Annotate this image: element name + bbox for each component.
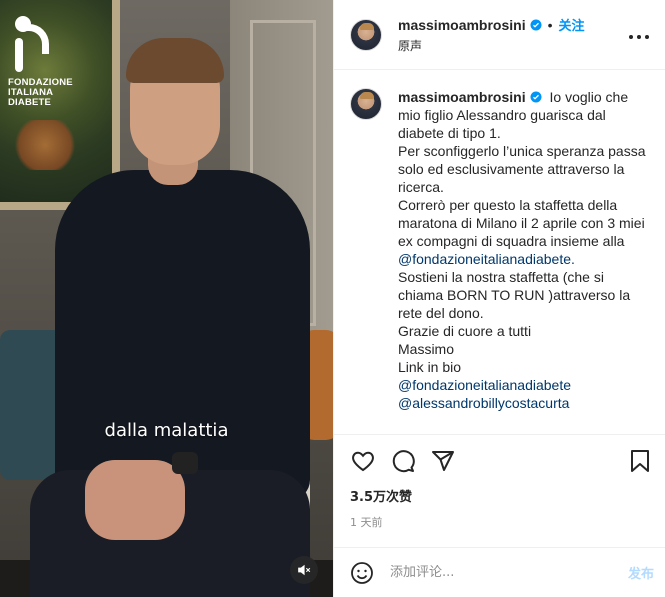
- caption-line: Correrò per questo la staffetta della ma…: [398, 197, 645, 249]
- verified-badge-icon: [530, 91, 542, 103]
- caption-line: Grazie di cuore a tutti: [398, 323, 532, 339]
- separator-dot: •: [547, 16, 553, 33]
- mention-link[interactable]: @fondazioneitalianadiabete.: [398, 251, 575, 267]
- mention-link[interactable]: @alessandrobillycostacurta: [398, 395, 569, 411]
- heart-icon: [352, 451, 374, 472]
- verified-badge-icon: [530, 19, 542, 30]
- post-side-panel: massimoambrosini • 关注 原声 massimoambrosin…: [333, 0, 665, 597]
- send-paper-plane-icon: [432, 451, 454, 471]
- speaker-muted-icon: [298, 564, 311, 576]
- video-player[interactable]: FONDAZIONE ITALIANA DIABETE dalla malatt…: [0, 0, 333, 597]
- smiley-face-icon: [351, 561, 373, 584]
- person-hair: [126, 38, 224, 83]
- likes-count[interactable]: 3.5万次赞: [334, 487, 665, 509]
- caption-line: Massimo: [398, 341, 455, 357]
- follow-button[interactable]: 关注: [559, 15, 585, 34]
- video-subtitle: dalla malattia: [104, 420, 229, 441]
- fondazione-logo: FONDAZIONE ITALIANA DIABETE: [8, 16, 78, 108]
- comment-bar: 发布: [334, 547, 665, 597]
- share-button[interactable]: [430, 448, 456, 474]
- fondazione-logo-text: FONDAZIONE ITALIANA DIABETE: [8, 77, 73, 108]
- person-hands: [85, 460, 185, 540]
- like-button[interactable]: [350, 448, 376, 474]
- wristwatch: [172, 452, 198, 474]
- action-bar: [334, 435, 665, 487]
- caption-line: Link in bio: [398, 359, 462, 375]
- post-header: massimoambrosini • 关注 原声: [334, 0, 665, 70]
- caption-avatar[interactable]: [350, 88, 382, 120]
- avatar[interactable]: [350, 18, 382, 51]
- mute-button[interactable]: [290, 556, 318, 584]
- emoji-button[interactable]: [350, 561, 374, 585]
- more-options-icon: [629, 35, 649, 39]
- more-options-button[interactable]: [627, 24, 651, 45]
- caption-section: massimoambrosini Io voglio che mio figli…: [334, 70, 665, 435]
- save-button[interactable]: [627, 448, 653, 474]
- header-username[interactable]: massimoambrosini: [398, 17, 526, 33]
- comment-input[interactable]: [390, 565, 628, 580]
- mention-link[interactable]: @fondazioneitalianadiabete: [398, 377, 571, 393]
- caption-line: Sostieni la nostra staffetta (che si chi…: [398, 269, 631, 321]
- comment-button[interactable]: [390, 448, 416, 474]
- caption-username[interactable]: massimoambrosini: [398, 89, 526, 105]
- bookmark-icon: [631, 450, 649, 472]
- post-caption: massimoambrosini Io voglio che mio figli…: [398, 88, 649, 434]
- post-comment-button[interactable]: 发布: [628, 563, 654, 582]
- caption-line: Per sconfiggerlo l’unica speranza passa …: [398, 143, 646, 195]
- post-time[interactable]: 1 天前: [334, 513, 665, 533]
- comment-bubble-icon: [392, 450, 415, 473]
- fondazione-logo-mark: [10, 16, 49, 72]
- person-torso: [55, 170, 310, 500]
- audio-label[interactable]: 原声: [398, 37, 627, 54]
